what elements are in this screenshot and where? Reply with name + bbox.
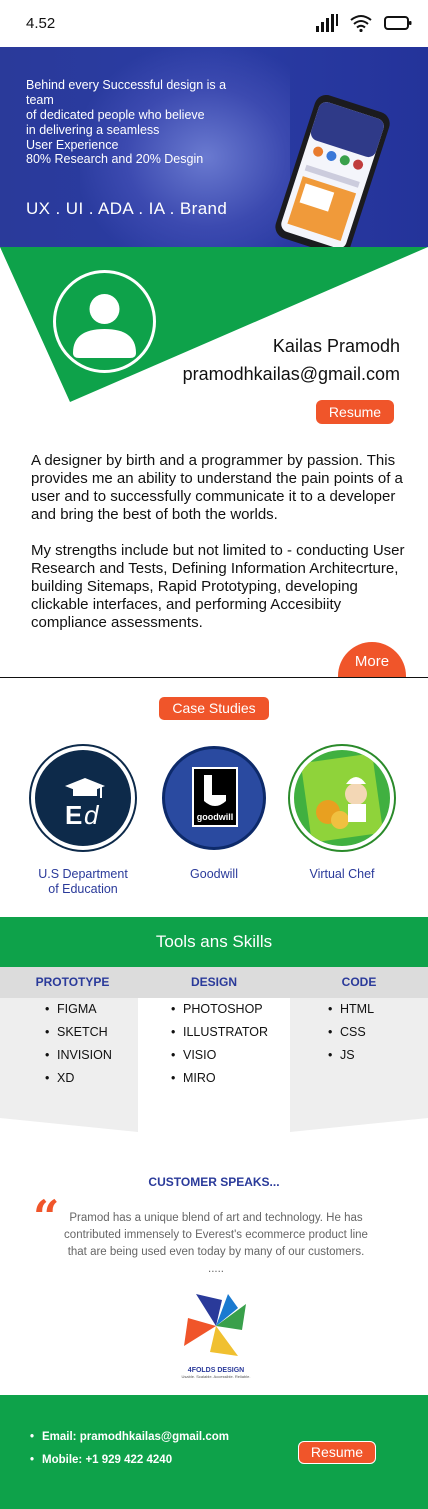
wifi-icon [350,15,372,32]
tools-list-prototype: FIGMA SKETCH INVISION XD [45,998,112,1090]
tool-item: CSS [328,1021,374,1044]
tool-item: INVISION [45,1044,112,1067]
tools-list-code: HTML CSS JS [328,998,374,1067]
footer-mobile[interactable]: Mobile: +1 929 422 4240 [30,1453,229,1476]
label-line: Goodwill [190,867,238,881]
footer: Email: pramodhkailas@gmail.com Mobile: +… [0,1395,428,1509]
goodwill-wordmark: goodwill [196,812,234,822]
case-study-education[interactable]: E d U.S Department of Education [28,746,138,897]
svg-text:d: d [84,800,100,830]
tool-item: HTML [328,998,374,1021]
testimonial-text: Pramod has a unique blend of art and tec… [64,1212,368,1275]
bio-paragraph: A designer by birth and a programmer by … [31,452,403,523]
profile-name: Kailas Pramodh [272,336,400,356]
tagline-line: Behind every Successful design is a team [26,78,227,107]
hero-focus-areas: UX . UI . ADA . IA . Brand [26,199,228,218]
avatar [53,270,156,373]
section-divider [0,677,428,678]
case-study-label[interactable]: U.S Department of Education [28,867,138,897]
logo-tagline: Usable. Scalable. Accessible. Reliable. [181,1374,251,1379]
battery-icon [384,16,412,30]
case-studies-button[interactable]: Case Studies [159,697,269,720]
tool-item: PHOTOSHOP [171,998,268,1021]
case-study-virtual-chef[interactable]: Virtual Chef [287,746,397,882]
testimonial-title: CUSTOMER SPEAKS... [148,1175,280,1189]
tool-item: ILLUSTRATOR [171,1021,268,1044]
status-icons [316,14,412,32]
tools-list-design: PHOTOSHOP ILLUSTRATOR VISIO MIRO [171,998,268,1090]
phone-mockup-image [275,95,390,247]
bio-section: A designer by birth and a programmer by … [31,452,411,632]
hero-ratio-text: 80% Research and 20% Desgin [26,152,204,166]
svg-text:E: E [65,800,82,830]
tool-item: FIGMA [45,998,112,1021]
goodwill-logo[interactable]: goodwill [162,746,266,850]
profile-email[interactable]: pramodhkailas@gmail.com [183,364,400,385]
hero-tagline: Behind every Successful design is a team… [26,78,246,153]
company-logo: 4FOLDS DESIGN Usable. Scalable. Accessib… [176,1290,256,1386]
logo-name: 4FOLDS DESIGN [187,1367,245,1374]
education-logo[interactable]: E d [31,746,135,850]
case-study-label[interactable]: Virtual Chef [287,867,397,882]
tools-section-title: Tools ans Skills [0,917,428,967]
tool-item: XD [45,1067,112,1090]
tools-header-prototype: PROTOTYPE [0,967,145,998]
graduation-cap-icon: E d [65,778,105,830]
more-button[interactable]: More [338,642,406,678]
status-time: 4.52 [26,15,56,32]
signal-icon [316,14,338,32]
user-avatar-icon [73,294,136,358]
goodwill-face-icon [204,775,226,806]
virtual-chef-logo[interactable] [290,746,394,850]
label-line: Virtual Chef [309,867,375,881]
fourfolds-pinwheel-icon [184,1294,246,1356]
tool-item: MIRO [171,1067,268,1090]
resume-button[interactable]: Resume [316,400,394,424]
goodwill-badge: goodwill [192,767,238,827]
case-study-goodwill[interactable]: goodwill Goodwill [159,746,269,882]
hero-banner: Behind every Successful design is a team… [0,47,428,247]
label-line: of Education [48,882,118,896]
footer-email[interactable]: Email: pramodhkailas@gmail.com [30,1430,229,1453]
quote-icon: “ [33,1190,60,1244]
tool-item: SKETCH [45,1021,112,1044]
tools-header-design: DESIGN [138,967,290,998]
tagline-line: User Experience [26,138,119,152]
tools-header-code: CODE [290,967,428,998]
bio-paragraph: My strengths include but not limited to … [31,542,405,631]
tagline-line: in delivering a seamless [26,123,160,137]
tagline-line: of dedicated people who believe [26,108,205,122]
footer-resume-button[interactable]: Resume [298,1441,376,1464]
tool-item: JS [328,1044,374,1067]
tool-item: VISIO [171,1044,268,1067]
label-line: U.S Department [38,867,128,881]
chef-illustration-icon [301,753,383,843]
case-study-label[interactable]: Goodwill [159,867,269,882]
status-bar: 4.52 [0,0,428,47]
